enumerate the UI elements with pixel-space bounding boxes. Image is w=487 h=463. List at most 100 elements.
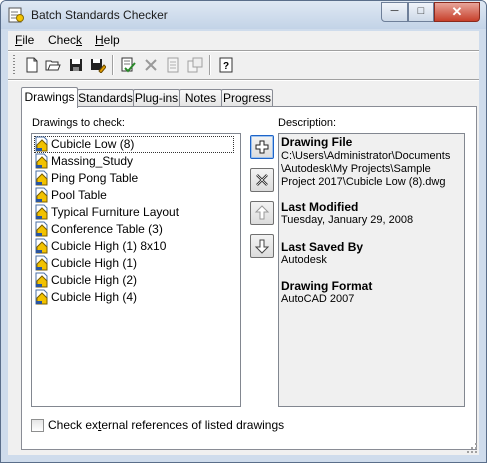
help-button[interactable]: ? bbox=[216, 55, 236, 75]
description-panel: Drawing File C:\Users\Administrator\Docu… bbox=[278, 133, 465, 407]
stop-icon bbox=[145, 59, 157, 71]
drawing-name: Typical Furniture Layout bbox=[51, 205, 180, 219]
tab-notes[interactable]: Notes bbox=[179, 89, 222, 107]
menu-check-label: Chec bbox=[48, 33, 77, 47]
save-as-button[interactable] bbox=[88, 55, 108, 75]
drawing-name: Pool Table bbox=[51, 188, 107, 202]
dwg-file-icon bbox=[35, 136, 48, 152]
save-as-icon bbox=[91, 59, 106, 73]
dwg-file-icon bbox=[35, 187, 48, 203]
new-icon bbox=[26, 57, 38, 73]
drawings-listbox[interactable]: Cubicle Low (8) Massing_Study Ping Pong Ta… bbox=[31, 133, 241, 407]
last-modified-value: Tuesday, January 29, 2008 bbox=[281, 214, 414, 226]
app-icon bbox=[8, 7, 24, 23]
title-bar[interactable]: Batch Standards Checker ─ □ ✕ bbox=[1, 1, 486, 29]
minimize-button[interactable]: ─ bbox=[381, 2, 408, 22]
drawing-name: Cubicle High (4) bbox=[51, 290, 138, 304]
drawing-name: Cubicle High (2) bbox=[51, 273, 138, 287]
toolbar-separator-bottom bbox=[8, 79, 479, 81]
close-icon: ✕ bbox=[451, 4, 463, 19]
open-button[interactable] bbox=[43, 55, 63, 75]
dwg-file-icon bbox=[35, 153, 48, 169]
drawing-file-heading: Drawing File bbox=[281, 135, 353, 149]
menu-file[interactable]: File bbox=[15, 33, 34, 47]
tab-plug-ins[interactable]: Plug-ins bbox=[133, 89, 180, 107]
stop-check-button[interactable] bbox=[141, 55, 161, 75]
tab-standards[interactable]: Standards bbox=[77, 89, 134, 107]
xref-label-post: ernal references of listed drawings bbox=[101, 418, 285, 432]
move-down-icon bbox=[254, 239, 270, 254]
maximize-button[interactable]: □ bbox=[408, 2, 434, 22]
toolbar-grip[interactable] bbox=[13, 55, 15, 74]
xref-label-pre: Check ex bbox=[48, 418, 99, 432]
menu-file-label: ile bbox=[22, 33, 35, 47]
drawing-list-item[interactable]: Typical Furniture Layout bbox=[34, 204, 234, 221]
drawing-list-item[interactable]: Cubicle High (4) bbox=[34, 289, 234, 306]
dwg-file-icon bbox=[35, 289, 48, 305]
remove-drawing-button[interactable] bbox=[250, 168, 274, 192]
drawing-list-item[interactable]: Cubicle High (1) 8x10 bbox=[34, 238, 234, 255]
drawing-list-item[interactable]: Cubicle Low (8) bbox=[34, 136, 234, 153]
drawing-name: Conference Table (3) bbox=[51, 222, 163, 236]
tab-progress[interactable]: Progress bbox=[221, 89, 273, 107]
client-area: File Check Help ? Drawings Standards Plu… bbox=[8, 31, 479, 455]
check-standards-icon bbox=[121, 57, 136, 73]
last-saved-value: Autodesk bbox=[281, 254, 327, 266]
dwg-file-icon bbox=[35, 170, 48, 186]
resize-grip-icon[interactable] bbox=[466, 442, 478, 454]
check-standards-button[interactable] bbox=[118, 55, 138, 75]
new-button[interactable] bbox=[22, 55, 42, 75]
last-modified-heading: Last Modified bbox=[281, 200, 359, 214]
menu-check-access-key: k bbox=[76, 33, 83, 47]
remove-drawing-icon bbox=[256, 174, 268, 186]
svg-text:?: ? bbox=[223, 61, 229, 72]
drawing-list-item[interactable]: Conference Table (3) bbox=[34, 221, 234, 238]
menu-bar: File Check Help bbox=[8, 31, 479, 50]
window-title: Batch Standards Checker bbox=[31, 8, 168, 22]
view-report-button[interactable] bbox=[163, 55, 183, 75]
drawing-list-item[interactable]: Massing_Study bbox=[34, 153, 234, 170]
move-down-button[interactable] bbox=[250, 234, 274, 258]
add-drawing-button[interactable] bbox=[250, 135, 274, 159]
toolbar-separator-2 bbox=[209, 55, 211, 75]
open-icon bbox=[45, 60, 61, 71]
drawing-list-item[interactable]: Ping Pong Table bbox=[34, 170, 234, 187]
drawings-to-check-label: Drawings to check: bbox=[32, 117, 125, 129]
menu-check[interactable]: Check bbox=[48, 33, 82, 47]
last-saved-heading: Last Saved By bbox=[281, 240, 364, 254]
menu-help-access-key: H bbox=[95, 33, 104, 47]
toolbar: ? bbox=[8, 52, 479, 78]
drawing-name: Cubicle Low (8) bbox=[51, 137, 135, 151]
toolbar-separator bbox=[112, 55, 114, 75]
drawing-name: Cubicle High (1) bbox=[51, 256, 138, 270]
export-report-icon bbox=[187, 57, 203, 73]
help-icon: ? bbox=[219, 57, 233, 73]
drawing-name: Ping Pong Table bbox=[51, 171, 139, 185]
view-report-icon bbox=[167, 57, 179, 73]
add-drawing-icon bbox=[255, 140, 269, 154]
dwg-file-icon bbox=[35, 238, 48, 254]
dwg-file-icon bbox=[35, 272, 48, 288]
drawing-list-item[interactable]: Cubicle High (2) bbox=[34, 272, 234, 289]
tab-drawings[interactable]: Drawings bbox=[21, 87, 78, 108]
move-up-icon bbox=[254, 205, 270, 220]
menu-help-label: elp bbox=[103, 33, 120, 47]
move-up-button[interactable] bbox=[250, 201, 274, 225]
save-icon bbox=[70, 59, 82, 71]
export-report-button[interactable] bbox=[185, 55, 205, 75]
drawing-format-heading: Drawing Format bbox=[281, 279, 373, 293]
drawing-format-value: AutoCAD 2007 bbox=[281, 293, 355, 305]
drawing-list-item[interactable]: Pool Table bbox=[34, 187, 234, 204]
drawing-list-item[interactable]: Cubicle High (1) bbox=[34, 255, 234, 272]
menu-help[interactable]: Help bbox=[95, 33, 120, 47]
dwg-file-icon bbox=[35, 221, 48, 237]
xref-checkbox-label[interactable]: Check external references of listed draw… bbox=[48, 418, 284, 432]
save-button[interactable] bbox=[66, 55, 86, 75]
close-button[interactable]: ✕ bbox=[434, 2, 480, 22]
drawing-name: Massing_Study bbox=[51, 154, 134, 168]
drawing-name: Cubicle High (1) 8x10 bbox=[51, 239, 167, 253]
xref-checkbox[interactable] bbox=[31, 419, 44, 432]
drawing-file-value: C:\Users\Administrator\Documents \Autode… bbox=[281, 150, 451, 188]
maximize-icon: □ bbox=[417, 5, 425, 17]
app-window: Batch Standards Checker ─ □ ✕ File Check… bbox=[0, 0, 487, 463]
